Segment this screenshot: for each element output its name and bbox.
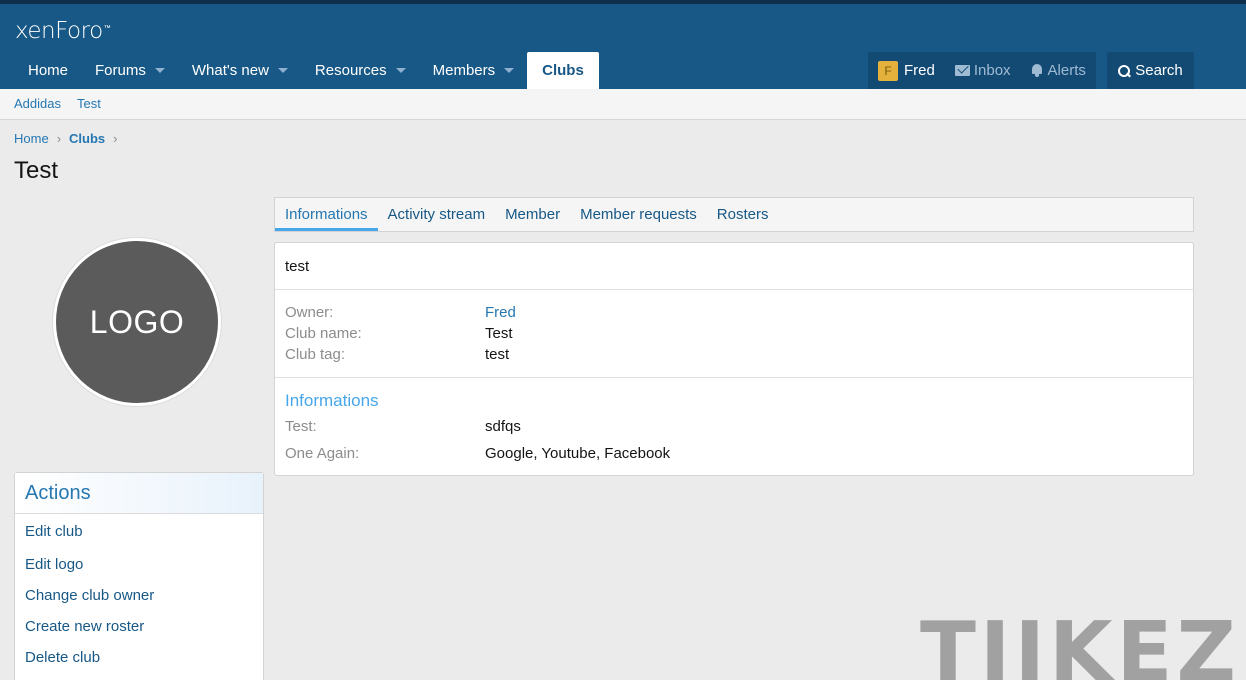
actions-title: Actions — [15, 473, 263, 514]
tab-member[interactable]: Member — [495, 198, 570, 231]
search-icon — [1118, 64, 1131, 77]
tab-rosters[interactable]: Rosters — [707, 198, 779, 231]
edit-club-link[interactable]: Edit club — [25, 523, 83, 540]
field-value: sdfqs — [485, 418, 521, 435]
informations-section-title: Informations — [285, 391, 379, 410]
envelope-icon — [954, 65, 970, 76]
alerts-button[interactable]: Alerts — [1021, 52, 1096, 89]
nav-tab-label: Home — [28, 62, 69, 79]
nav-tab-label: Resources — [314, 62, 387, 79]
club-info-panel: test Owner: Fred Club name: Test Club ta… — [274, 242, 1194, 476]
page-title: Test — [14, 157, 59, 184]
chevron-down-icon[interactable] — [154, 68, 165, 73]
club-tabs: Informations Activity stream Member Memb… — [274, 197, 1194, 232]
club-name-value: Test — [485, 325, 513, 342]
nav-tab-resources[interactable]: Resources — [301, 52, 419, 89]
club-name-label: Club name: — [285, 325, 362, 342]
avatar: F — [878, 60, 898, 81]
create-new-roster-link[interactable]: Create new roster — [25, 618, 144, 635]
tab-activity-stream[interactable]: Activity stream — [378, 198, 496, 231]
chevron-down-icon[interactable] — [277, 68, 288, 73]
chevron-right-icon: › — [56, 131, 62, 146]
chevron-right-icon: › — [113, 131, 118, 146]
nav-tab-whats-new[interactable]: What's new — [178, 52, 301, 89]
subnav-link-test[interactable]: Test — [77, 96, 101, 111]
field-label: Test: — [285, 418, 317, 435]
chevron-down-icon[interactable] — [395, 68, 406, 73]
divider — [275, 377, 1193, 378]
divider — [275, 289, 1193, 290]
field-label: One Again: — [285, 445, 360, 462]
tab-informations[interactable]: Informations — [275, 198, 378, 231]
search-label: Search — [1135, 62, 1183, 79]
account-button[interactable]: F Fred — [868, 52, 945, 89]
owner-link[interactable]: Fred — [485, 304, 516, 321]
edit-logo-link[interactable]: Edit logo — [25, 556, 83, 573]
nav-tab-label: Forums — [95, 62, 146, 79]
nav-tab-home[interactable]: Home — [14, 52, 81, 89]
nav-tab-forums[interactable]: Forums — [81, 52, 178, 89]
club-logo: LOGO — [53, 238, 221, 406]
breadcrumb: Home › Clubs › — [14, 131, 126, 146]
user-nav: F Fred Inbox Alerts — [868, 52, 1096, 89]
inbox-button[interactable]: Inbox — [945, 52, 1021, 89]
nav-tab-label: Clubs — [542, 62, 584, 79]
change-club-owner-link[interactable]: Change club owner — [25, 587, 154, 604]
username-label: Fred — [904, 62, 935, 79]
brand-name: xenForo — [15, 18, 103, 44]
nav-tab-label: Members — [432, 62, 496, 79]
bell-icon — [1031, 64, 1043, 77]
nav-tab-clubs[interactable]: Clubs — [527, 52, 599, 89]
chevron-down-icon[interactable] — [504, 68, 515, 73]
delete-club-link[interactable]: Delete club — [25, 649, 100, 666]
breadcrumb-home[interactable]: Home — [14, 131, 49, 146]
brand-trademark: ™ — [103, 24, 111, 32]
search-button[interactable]: Search — [1107, 52, 1194, 89]
main-nav: Home Forums What's new Resources Members… — [14, 52, 599, 89]
sub-nav: Addidas Test — [0, 89, 1246, 120]
alerts-label: Alerts — [1047, 62, 1086, 79]
club-tag-value: test — [485, 346, 510, 363]
watermark: TIIKEZ — [920, 605, 1240, 680]
owner-label: Owner: — [285, 304, 334, 321]
club-tag-label: Club tag: — [285, 346, 346, 363]
club-description: test — [285, 258, 310, 275]
inbox-label: Inbox — [973, 62, 1011, 79]
brand-logo[interactable]: xenForo™ — [15, 18, 111, 44]
tab-member-requests[interactable]: Member requests — [570, 198, 707, 231]
nav-tab-label: What's new — [191, 62, 269, 79]
actions-block: Actions Edit club Edit logo Change club … — [14, 472, 264, 680]
subnav-link-addidas[interactable]: Addidas — [14, 96, 61, 111]
breadcrumb-clubs[interactable]: Clubs — [69, 131, 105, 146]
nav-tab-members[interactable]: Members — [419, 52, 528, 89]
field-value: Google, Youtube, Facebook — [485, 445, 671, 462]
site-header: xenForo™ Home Forums What's new Resource… — [0, 4, 1246, 89]
